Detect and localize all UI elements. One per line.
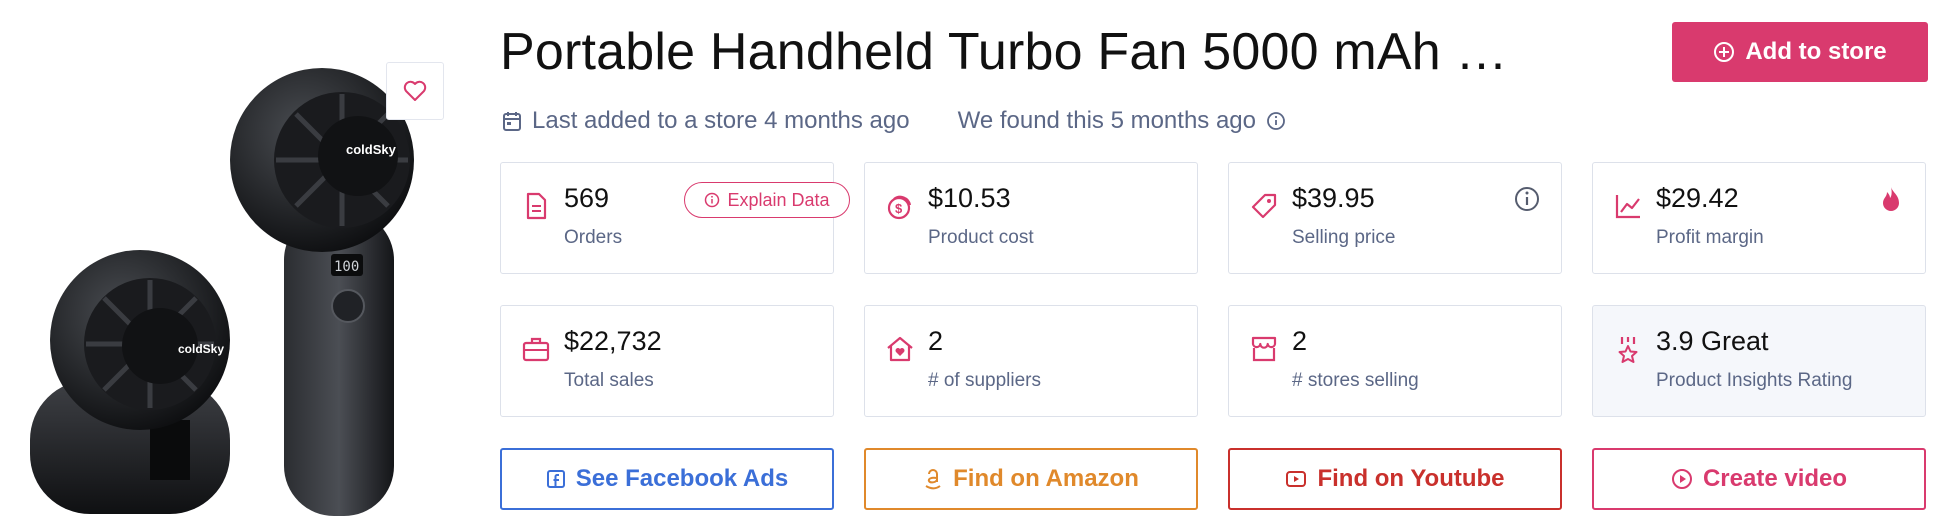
stat-label: # stores selling xyxy=(1292,370,1419,391)
find-on-youtube-button[interactable]: Find on Youtube xyxy=(1228,448,1562,510)
action-label: Find on Youtube xyxy=(1317,465,1505,492)
stat-value: 2 xyxy=(1292,326,1308,356)
stat-card-rating: 3.9 Great Product Insights Rating xyxy=(1592,305,1926,417)
store-icon xyxy=(1251,336,1277,362)
favorite-button[interactable] xyxy=(386,62,444,120)
stat-label: # of suppliers xyxy=(928,370,1042,391)
tag-icon xyxy=(1251,193,1277,219)
calendar-icon xyxy=(503,112,521,131)
action-label: Find on Amazon xyxy=(953,465,1139,492)
last-added-text: Last added to a store 4 months ago xyxy=(532,107,910,134)
stat-card-stores-selling: 2 # stores selling xyxy=(1228,305,1562,417)
youtube-icon xyxy=(1286,471,1307,487)
stat-value: $10.53 xyxy=(928,183,1011,213)
stat-card-total-sales: $22,732 Total sales xyxy=(500,305,834,417)
heart-icon xyxy=(403,80,427,101)
svg-text:$: $ xyxy=(895,201,903,216)
document-icon xyxy=(526,192,547,220)
battery-display: 100 xyxy=(334,259,359,275)
house-heart-icon xyxy=(887,336,913,362)
add-to-store-button[interactable]: Add to store xyxy=(1672,22,1928,82)
briefcase-icon xyxy=(522,337,550,362)
brand-logo-right: coldSky xyxy=(346,142,397,157)
stat-card-selling-price: $39.95 Selling price xyxy=(1228,162,1562,274)
stat-value: 3.9 Great xyxy=(1656,326,1769,356)
info-icon[interactable] xyxy=(1266,111,1286,131)
facebook-icon xyxy=(546,470,565,488)
action-label: Create video xyxy=(1702,465,1848,492)
chart-line-icon xyxy=(1615,195,1640,219)
stat-card-orders: 569 Orders xyxy=(500,162,834,274)
stat-label: Product cost xyxy=(928,227,1034,248)
stat-value: 569 xyxy=(564,183,610,213)
found-text: We found this 5 months ago xyxy=(957,107,1256,134)
add-to-store-label: Add to store xyxy=(1745,38,1887,65)
stat-card-profit-margin: $29.42 Profit margin xyxy=(1592,162,1926,274)
brand-logo-left: coldSky xyxy=(178,342,224,356)
stat-label: Total sales xyxy=(564,370,654,391)
found-info: We found this 5 months ago xyxy=(958,107,1286,135)
product-image-area: coldSky 100 coldSky xyxy=(0,0,470,516)
info-icon[interactable] xyxy=(1513,185,1541,213)
stat-card-suppliers: 2 # of suppliers xyxy=(864,305,1198,417)
play-circle-icon xyxy=(1671,469,1692,489)
explain-data-label: Explain Data xyxy=(727,189,830,210)
info-icon xyxy=(705,192,720,208)
product-title: Portable Handheld Turbo Fan 5000 mAh … xyxy=(500,23,1508,81)
stat-card-product-cost: $ $10.53 Product cost xyxy=(864,162,1198,274)
stat-label: Profit margin xyxy=(1656,227,1764,248)
stat-value: $22,732 xyxy=(564,326,662,356)
stat-label: Selling price xyxy=(1292,227,1396,248)
award-icon xyxy=(1618,337,1638,363)
create-video-button[interactable]: Create video xyxy=(1592,448,1926,510)
stat-value: $39.95 xyxy=(1292,183,1375,213)
explain-data-button[interactable]: Explain Data xyxy=(684,182,850,218)
stat-label: Orders xyxy=(564,227,623,248)
last-added-info: Last added to a store 4 months ago xyxy=(502,107,910,135)
stat-label: Product Insights Rating xyxy=(1656,370,1853,391)
plus-circle-icon xyxy=(1714,42,1735,62)
find-on-amazon-button[interactable]: Find on Amazon xyxy=(864,448,1198,510)
coins-icon: $ xyxy=(887,195,912,220)
see-facebook-ads-button[interactable]: See Facebook Ads xyxy=(500,448,834,510)
product-meta: Last added to a store 4 months ago We fo… xyxy=(502,104,1286,138)
flame-icon xyxy=(1883,187,1899,211)
amazon-icon xyxy=(925,469,941,490)
action-label: See Facebook Ads xyxy=(575,465,789,492)
stat-value: $29.42 xyxy=(1656,183,1739,213)
stat-value: 2 xyxy=(928,326,944,356)
